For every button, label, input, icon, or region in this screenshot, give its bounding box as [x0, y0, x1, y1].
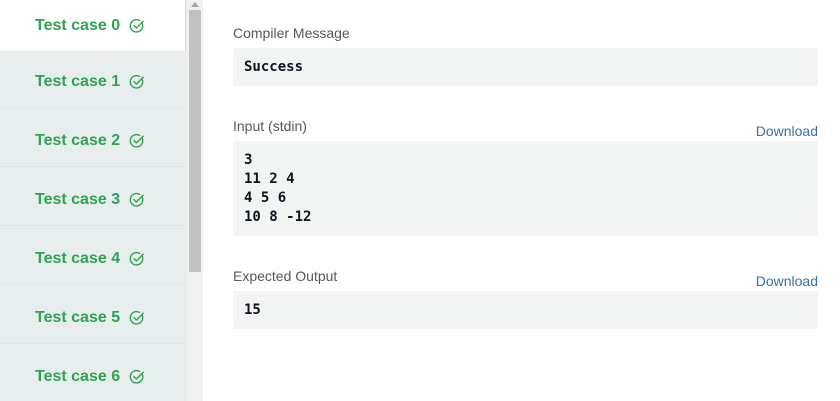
test-case-tab-5[interactable]: Test case 5	[0, 292, 186, 344]
test-case-label: Test case 6	[35, 367, 121, 385]
compiler-message-label: Compiler Message	[233, 25, 350, 41]
test-case-details: Compiler Message Success Input (stdin) D…	[233, 0, 818, 401]
input-download-link[interactable]: Download	[756, 123, 818, 139]
scrollbar-thumb[interactable]	[189, 10, 201, 272]
scroll-up-arrow-icon[interactable]	[191, 2, 199, 7]
check-circle-icon	[129, 18, 145, 34]
test-case-label: Test case 0	[35, 16, 121, 34]
check-circle-icon	[129, 310, 145, 326]
expected-output-download-link[interactable]: Download	[756, 273, 818, 289]
test-case-tab-1[interactable]: Test case 1	[0, 56, 186, 108]
check-circle-icon	[129, 192, 145, 208]
expected-output-label: Expected Output	[233, 268, 338, 284]
compiler-message-box: Success	[233, 48, 818, 86]
test-case-sidebar: Test case 0 Test case 1 Test case 2 Test…	[0, 0, 187, 401]
test-case-tab-4[interactable]: Test case 4	[0, 233, 186, 285]
input-label: Input (stdin)	[233, 118, 307, 134]
test-case-label: Test case 3	[35, 190, 121, 208]
check-circle-icon	[129, 369, 145, 385]
test-case-tab-6[interactable]: Test case 6	[0, 351, 186, 401]
input-box: 3 11 2 4 4 5 6 10 8 -12	[233, 141, 818, 236]
test-case-label: Test case 1	[35, 72, 121, 90]
test-case-label: Test case 2	[35, 131, 121, 149]
check-circle-icon	[129, 133, 145, 149]
test-case-label: Test case 5	[35, 308, 121, 326]
check-circle-icon	[129, 74, 145, 90]
test-case-tab-0[interactable]: Test case 0	[0, 0, 186, 52]
expected-output-box: 15	[233, 291, 818, 329]
test-case-label: Test case 4	[35, 249, 121, 267]
test-case-tab-3[interactable]: Test case 3	[0, 174, 186, 226]
sidebar-scrollbar[interactable]	[187, 0, 203, 401]
check-circle-icon	[129, 251, 145, 267]
test-case-tab-2[interactable]: Test case 2	[0, 115, 186, 167]
